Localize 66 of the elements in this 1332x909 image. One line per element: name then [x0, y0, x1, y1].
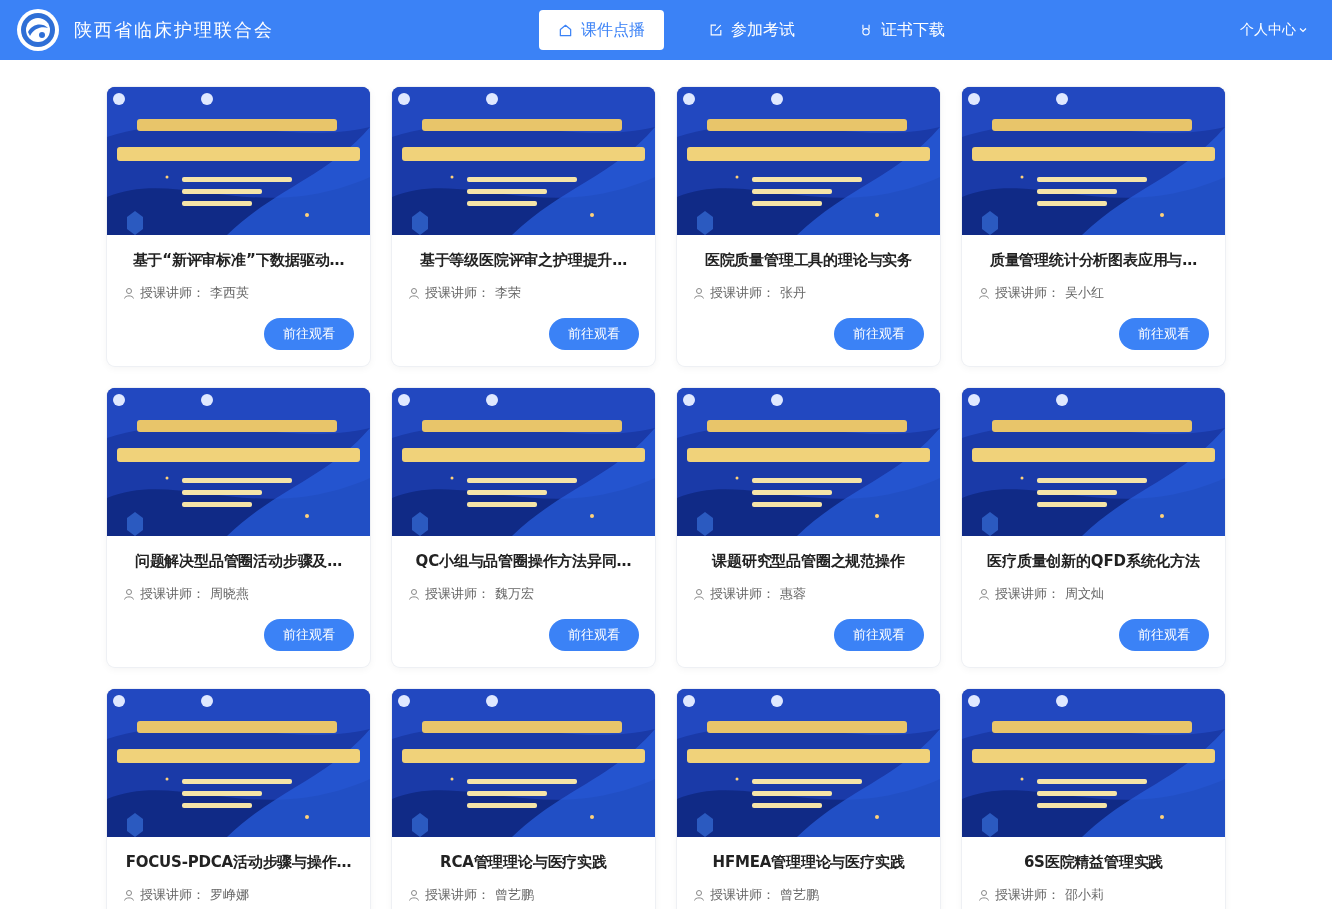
teacher-name: 吴小红 [1065, 284, 1104, 302]
teacher-name: 张丹 [780, 284, 806, 302]
watch-button[interactable]: 前往观看 [264, 318, 354, 350]
user-icon [123, 889, 135, 901]
teacher-name: 周文灿 [1065, 585, 1104, 603]
user-menu[interactable]: 个人中心 [1240, 21, 1308, 39]
teacher-name: 罗峥娜 [210, 886, 249, 904]
teacher-name: 曾艺鹏 [495, 886, 534, 904]
teacher-name: 魏万宏 [495, 585, 534, 603]
medal-icon [859, 23, 873, 37]
user-icon [408, 287, 420, 299]
course-title: 6S医院精益管理实践 [1022, 853, 1165, 872]
watch-button[interactable]: 前往观看 [834, 318, 924, 350]
course-title: RCA管理理论与医疗实践 [439, 853, 608, 872]
watch-button[interactable]: 前往观看 [834, 619, 924, 651]
course-title: 基于“新评审标准”下数据驱动… [131, 251, 346, 270]
watch-button[interactable]: 前往观看 [1119, 318, 1209, 350]
user-icon [408, 588, 420, 600]
teacher-label: 授课讲师： [995, 886, 1060, 904]
nav-tab[interactable]: 课件点播 [539, 10, 664, 50]
teacher-label: 授课讲师： [710, 585, 775, 603]
course-title: 质量管理统计分析图表应用与… [988, 251, 1199, 270]
course-title: 课题研究型品管圈之规范操作 [710, 552, 906, 571]
user-icon [123, 287, 135, 299]
chevron-down-icon [1298, 25, 1308, 35]
logo-icon [16, 8, 60, 52]
user-icon [123, 588, 135, 600]
course-title: QC小组与品管圈操作方法异同… [414, 552, 633, 571]
user-icon [693, 889, 705, 901]
teacher-name: 曾艺鹏 [780, 886, 819, 904]
course-title: HFMEA管理理论与医疗实践 [711, 853, 906, 872]
teacher-name: 惠蓉 [780, 585, 806, 603]
user-icon [978, 588, 990, 600]
watch-button[interactable]: 前往观看 [549, 318, 639, 350]
user-icon [693, 588, 705, 600]
teacher-label: 授课讲师： [995, 585, 1060, 603]
teacher-name: 周晓燕 [210, 585, 249, 603]
user-icon [978, 287, 990, 299]
teacher-label: 授课讲师： [710, 284, 775, 302]
site-title: 陕西省临床护理联合会 [74, 18, 274, 42]
teacher-label: 授课讲师： [140, 886, 205, 904]
teacher-label: 授课讲师： [425, 585, 490, 603]
teacher-name: 李荣 [495, 284, 521, 302]
user-icon [978, 889, 990, 901]
teacher-label: 授课讲师： [425, 886, 490, 904]
course-title: 医院质量管理工具的理论与实务 [703, 251, 914, 270]
teacher-name: 邵小莉 [1065, 886, 1104, 904]
user-icon [693, 287, 705, 299]
course-title: 问题解决型品管圈活动步骤及… [133, 552, 344, 571]
teacher-name: 李西英 [210, 284, 249, 302]
edit-icon [709, 23, 723, 37]
home-icon [558, 22, 573, 38]
course-title: FOCUS-PDCA活动步骤与操作… [124, 853, 353, 872]
teacher-label: 授课讲师： [995, 284, 1060, 302]
teacher-label: 授课讲师： [710, 886, 775, 904]
watch-button[interactable]: 前往观看 [1119, 619, 1209, 651]
course-title: 基于等级医院评审之护理提升… [418, 251, 629, 270]
course-title: 医疗质量创新的QFD系统化方法 [986, 552, 1201, 571]
nav-tab[interactable]: 证书下载 [840, 10, 964, 50]
teacher-label: 授课讲师： [425, 284, 490, 302]
nav-tab[interactable]: 参加考试 [690, 10, 814, 50]
watch-button[interactable]: 前往观看 [264, 619, 354, 651]
watch-button[interactable]: 前往观看 [549, 619, 639, 651]
teacher-label: 授课讲师： [140, 585, 205, 603]
teacher-label: 授课讲师： [140, 284, 205, 302]
user-icon [408, 889, 420, 901]
